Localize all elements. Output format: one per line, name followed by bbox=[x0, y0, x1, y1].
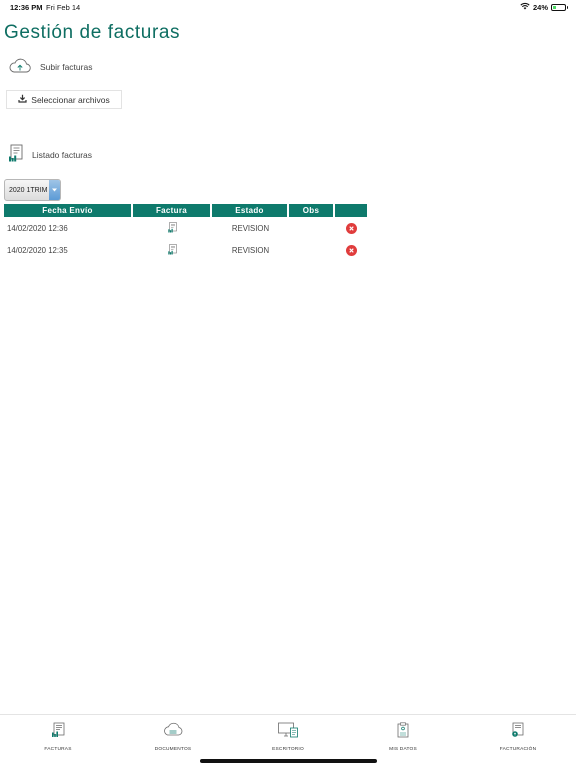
row-factura bbox=[133, 217, 212, 239]
period-select[interactable]: 2020 1TRIM bbox=[4, 179, 61, 201]
cloud-icon bbox=[162, 722, 184, 743]
nav-label: ESCRITORIO bbox=[272, 747, 304, 752]
nav-label: FACTURAS bbox=[44, 747, 72, 752]
nav-item-facturacion[interactable]: FACTURACIÓN bbox=[478, 722, 558, 752]
battery-icon bbox=[551, 3, 568, 11]
period-select-value: 2020 1TRIM bbox=[9, 186, 48, 194]
row-fecha: 14/02/2020 12:36 bbox=[7, 223, 68, 233]
select-files-button[interactable]: Seleccionar archivos bbox=[6, 90, 122, 109]
nav-item-documentos[interactable]: DOCUMENTOS bbox=[133, 722, 213, 752]
header-obs: Obs bbox=[289, 204, 335, 217]
row-delete bbox=[335, 217, 367, 239]
upload-section: Subir facturas bbox=[8, 57, 92, 77]
clipboard-icon bbox=[396, 722, 410, 743]
listado-section: Listado facturas bbox=[8, 144, 92, 165]
nav-item-escritorio[interactable]: ESCRITORIO bbox=[248, 722, 328, 752]
invoice-file-icon[interactable] bbox=[168, 221, 177, 235]
nav-item-facturas[interactable]: FACTURAS bbox=[18, 722, 98, 752]
wifi-icon bbox=[520, 2, 530, 12]
row-fecha: 14/02/2020 12:35 bbox=[7, 245, 68, 255]
header-fecha: Fecha Envío bbox=[4, 204, 133, 217]
delete-icon[interactable] bbox=[345, 222, 357, 234]
status-bar: 12:36 PM Fri Feb 14 24% bbox=[0, 0, 576, 14]
delete-icon[interactable] bbox=[345, 244, 357, 256]
header-estado: Estado bbox=[212, 204, 289, 217]
table-header-row: Fecha Envío Factura Estado Obs bbox=[4, 204, 367, 217]
billing-icon bbox=[511, 722, 525, 743]
nav-label: FACTURACIÓN bbox=[499, 747, 537, 752]
header-actions bbox=[335, 204, 367, 217]
upload-label: Subir facturas bbox=[40, 62, 93, 72]
row-estado: REVISION bbox=[231, 223, 270, 233]
cloud-upload-icon bbox=[8, 57, 32, 77]
listado-label: Listado facturas bbox=[32, 149, 93, 160]
row-delete bbox=[335, 239, 367, 261]
header-factura: Factura bbox=[133, 204, 212, 217]
desktop-icon bbox=[277, 722, 299, 743]
nav-label: DOCUMENTOS bbox=[154, 747, 192, 752]
chevron-down-icon bbox=[49, 180, 60, 200]
download-icon bbox=[18, 94, 27, 105]
invoice-file-icon[interactable] bbox=[168, 243, 177, 257]
row-factura bbox=[133, 239, 212, 261]
select-files-label: Seleccionar archivos bbox=[31, 94, 110, 105]
status-time: 12:36 PM bbox=[10, 3, 43, 12]
invoice-icon bbox=[51, 722, 65, 743]
status-date: Fri Feb 14 bbox=[46, 3, 81, 12]
invoices-table: Fecha Envío Factura Estado Obs 14/02/202… bbox=[4, 204, 367, 261]
row-obs bbox=[289, 217, 335, 239]
table-row: 14/02/2020 12:36 REVISION bbox=[4, 217, 367, 239]
status-indicators: 24% bbox=[520, 2, 568, 12]
home-indicator bbox=[200, 759, 377, 763]
nav-item-mis-datos[interactable]: MIS DATOS bbox=[363, 722, 443, 752]
row-estado: REVISION bbox=[231, 245, 270, 255]
invoice-list-icon bbox=[8, 144, 24, 165]
battery-percent: 24% bbox=[532, 2, 548, 12]
row-obs bbox=[289, 239, 335, 261]
page-title: Gestión de facturas bbox=[4, 22, 181, 43]
battery-fill bbox=[553, 5, 556, 9]
nav-label: MIS DATOS bbox=[389, 747, 417, 752]
table-row: 14/02/2020 12:35 REVISION bbox=[4, 239, 367, 261]
